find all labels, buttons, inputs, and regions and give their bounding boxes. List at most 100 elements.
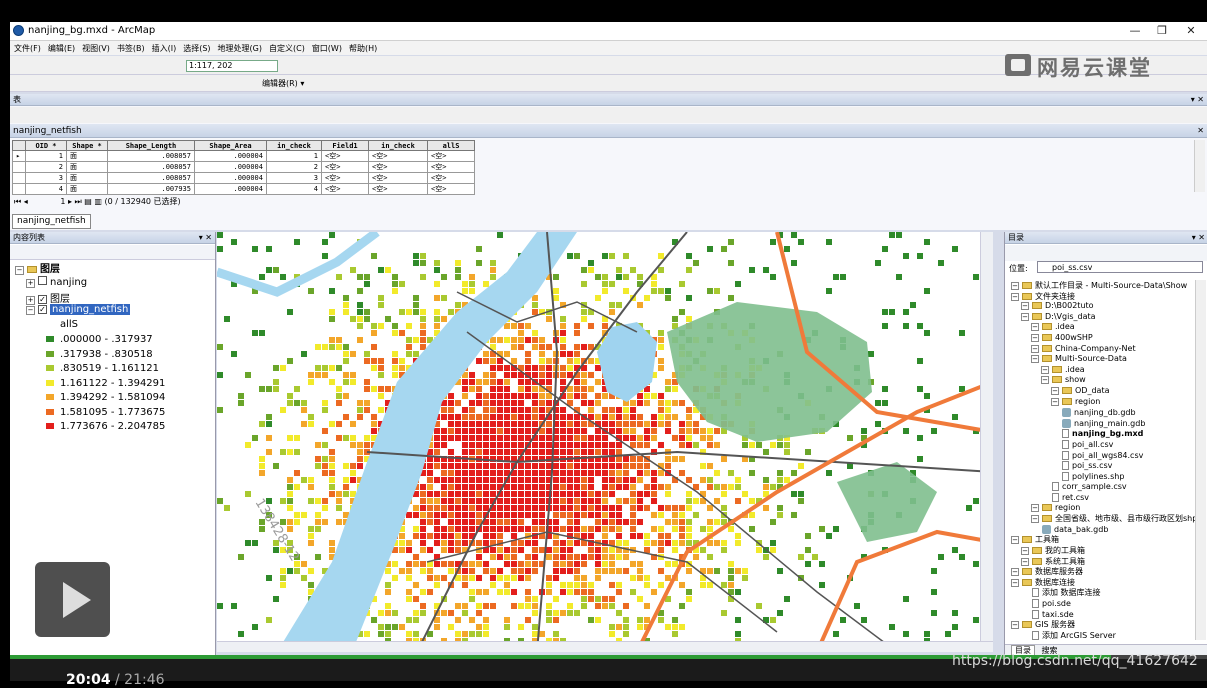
catalog-item[interactable]: poi_all_wgs84.csv [1051, 450, 1143, 460]
table-cell[interactable]: .000004 [194, 150, 267, 162]
table-cell[interactable]: 1 [266, 150, 322, 162]
layer-nanjing[interactable]: + nanjing [26, 276, 87, 288]
last-record-icon[interactable]: ⏭ [75, 197, 82, 206]
column-header[interactable]: in_check [368, 140, 428, 151]
expand-toggle[interactable]: − [1051, 387, 1059, 395]
catalog-item[interactable]: polylines.shp [1051, 471, 1124, 481]
table-cell[interactable]: <空> [321, 183, 369, 195]
catalog-item[interactable]: − 工具箱 [1011, 534, 1059, 545]
menu-edit[interactable]: 编辑(E) [44, 41, 78, 54]
toc-controls-icon[interactable]: ▾ ✕ [199, 232, 212, 244]
expand-toggle[interactable]: − [1031, 515, 1039, 524]
catalog-item[interactable]: nanjing_db.gdb [1051, 407, 1136, 418]
table-cell[interactable]: <空> [368, 183, 428, 195]
close-button[interactable]: ✕ [1176, 24, 1206, 38]
expand-toggle[interactable]: − [1041, 365, 1049, 374]
catalog-item[interactable]: − OD_data [1051, 386, 1109, 395]
catalog-item[interactable]: taxi.sde [1021, 609, 1074, 619]
map-scale-select[interactable]: 1:117, 202 [186, 60, 278, 72]
catalog-item[interactable]: corr_sample.csv [1041, 481, 1127, 492]
layer-checkbox[interactable]: ✓ [38, 305, 47, 314]
table-cell[interactable]: <空> [368, 172, 428, 184]
layer-checkbox[interactable]: ✓ [38, 295, 47, 304]
table-row[interactable]: 3 面 .008057.000004 3 <空> <空> <空> [12, 172, 475, 184]
catalog-item[interactable]: poi.sde [1021, 598, 1071, 608]
table-cell[interactable]: .008057 [107, 172, 195, 184]
table-cell[interactable]: <空> [368, 161, 428, 173]
table-cell[interactable]: 2 [25, 161, 67, 173]
table-cell[interactable]: .000004 [194, 172, 267, 184]
column-header[interactable]: OID * [25, 140, 67, 151]
expand-toggle[interactable]: − [1041, 376, 1049, 385]
catalog-item[interactable]: − region [1051, 397, 1100, 406]
table-cell[interactable]: 面 [66, 172, 108, 184]
map-view[interactable]: 138428-12 [217, 232, 993, 652]
table-cell[interactable]: <空> [427, 172, 475, 184]
menu-file[interactable]: 文件(F) [10, 41, 44, 54]
catalog-item[interactable]: nanjing_main.gdb [1051, 418, 1145, 428]
catalog-item[interactable]: poi_ss.csv [1051, 460, 1112, 471]
catalog-item[interactable]: − 我的工具箱 [1021, 545, 1085, 556]
layer-nanjing-netfish[interactable]: − ✓ nanjing_netfish [26, 304, 131, 315]
catalog-item[interactable]: − Multi-Source-Data [1031, 354, 1127, 364]
expand-toggle[interactable]: − [1011, 578, 1019, 587]
catalog-item[interactable]: − show [1041, 375, 1086, 385]
column-header[interactable]: in_check [266, 140, 322, 151]
column-header[interactable]: Shape * [66, 140, 108, 151]
first-record-icon[interactable]: ⏮ [14, 197, 21, 206]
location-field[interactable]: poi_ss.csv [1037, 261, 1203, 273]
catalog-item[interactable]: − 文件夹连接 [1011, 291, 1075, 302]
expand-toggle[interactable]: − [1011, 568, 1019, 577]
catalog-item[interactable]: − D:\Vgis_data [1021, 312, 1096, 321]
catalog-controls-icon[interactable]: ▾ ✕ [1192, 232, 1205, 244]
show-selected-records-icon[interactable]: ▥ [94, 197, 102, 206]
menu-help[interactable]: 帮助(H) [345, 41, 380, 54]
expand-toggle[interactable]: − [1021, 547, 1029, 555]
table-cell[interactable]: 面 [66, 150, 108, 162]
expand-toggle[interactable]: − [1011, 536, 1019, 545]
row-selector[interactable] [12, 161, 26, 173]
table-cell[interactable]: <空> [368, 150, 428, 162]
table-cell[interactable]: 2 [266, 161, 322, 173]
table-cell[interactable]: <空> [427, 183, 475, 195]
column-header[interactable]: Field1 [321, 140, 369, 151]
restore-button[interactable]: ❐ [1147, 24, 1177, 38]
table-cell[interactable]: 3 [266, 172, 322, 184]
editor-menu[interactable]: 编辑器(R) ▾ [262, 78, 304, 89]
table-row[interactable]: ▸ 1 面 .008057.000004 1 <空> <空> <空> [12, 150, 475, 162]
expand-toggle[interactable]: − [1031, 503, 1039, 512]
expand-toggle[interactable]: − [1011, 282, 1019, 290]
table-cell[interactable]: 3 [25, 172, 67, 184]
table-cell[interactable]: <空> [321, 150, 369, 162]
expand-toggle[interactable]: − [1011, 621, 1019, 630]
table-cell[interactable]: .008057 [107, 161, 195, 173]
expand-toggle[interactable]: − [1031, 344, 1039, 353]
expand-toggle[interactable]: − [1011, 292, 1019, 301]
catalog-item[interactable]: − 默认工作目录 - Multi-Source-Data\Show [1011, 280, 1187, 291]
table-window-controls-icon[interactable]: ▾ ✕ [1191, 94, 1204, 106]
catalog-item[interactable]: −400wSHP [1031, 333, 1093, 342]
menu-selection[interactable]: 选择(S) [179, 41, 213, 54]
table-cell[interactable]: 1 [25, 150, 67, 162]
expand-toggle[interactable]: − [1031, 334, 1039, 342]
catalog-item[interactable]: − 系统工具箱 [1021, 556, 1085, 567]
table-cell[interactable]: <空> [321, 161, 369, 173]
column-header[interactable]: Shape_Area [194, 140, 267, 151]
catalog-item[interactable]: − GIS 服务器 [1011, 619, 1075, 630]
layers-root[interactable]: − 图层 [15, 260, 60, 275]
expand-toggle[interactable]: − [1031, 323, 1039, 332]
next-record-icon[interactable]: ▸ [68, 197, 72, 206]
catalog-item[interactable]: nanjing_bg.mxd [1051, 428, 1143, 439]
layer-checkbox[interactable] [38, 276, 47, 285]
catalog-item[interactable]: poi_all.csv [1051, 439, 1113, 449]
menu-windows[interactable]: 窗口(W) [308, 41, 345, 54]
expand-toggle[interactable]: − [1021, 312, 1029, 321]
layer-basemap[interactable]: + ✓ 图层 [26, 290, 70, 305]
column-header[interactable]: Shape_Length [107, 140, 195, 151]
catalog-item[interactable]: − .idea [1041, 365, 1085, 374]
row-selector[interactable] [12, 172, 26, 184]
table-cell[interactable]: 面 [66, 183, 108, 195]
menu-customize[interactable]: 自定义(C) [265, 41, 308, 54]
row-selector[interactable]: ▸ [12, 150, 26, 162]
table-cell[interactable]: <空> [427, 161, 475, 173]
